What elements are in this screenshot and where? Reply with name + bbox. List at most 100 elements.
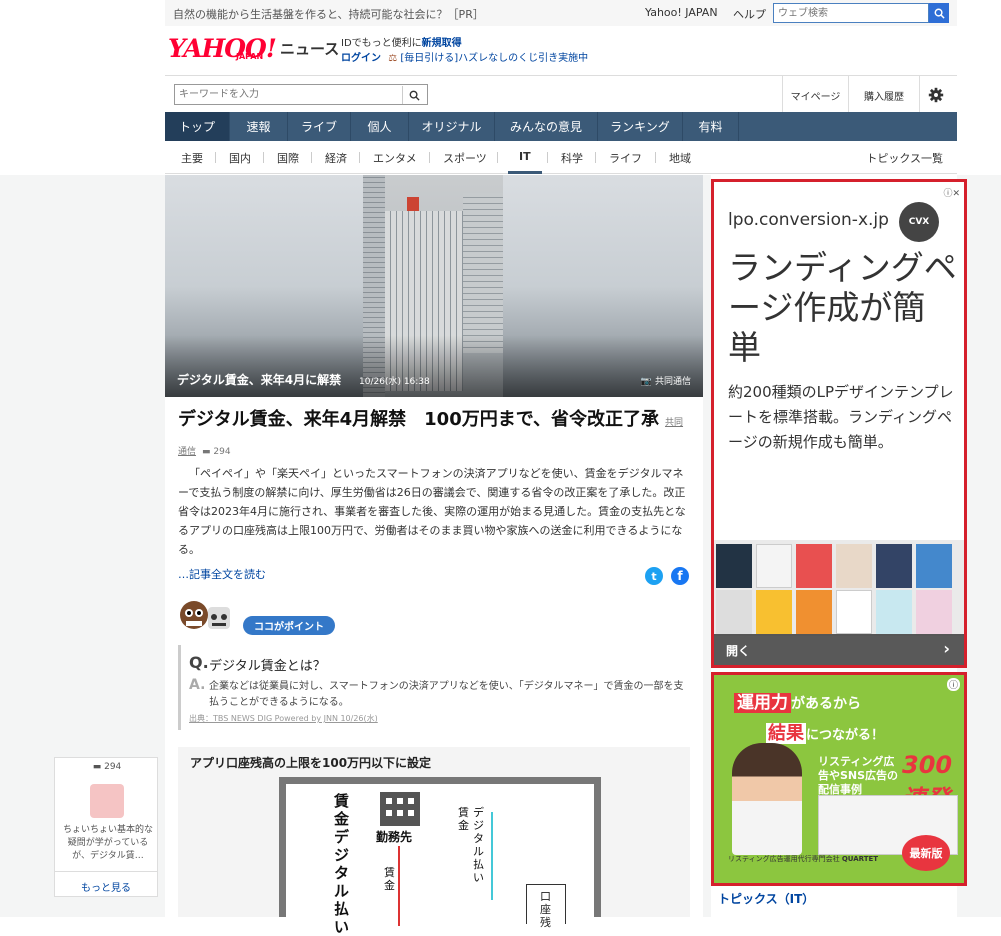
ad-line-1: 運用力 があるから <box>734 688 861 713</box>
chevron-right-icon[interactable]: › <box>943 639 950 658</box>
purchase-history-link[interactable]: 購入履歴 <box>848 76 920 113</box>
nav-live[interactable]: ライブ <box>288 112 351 141</box>
ad-description: 約200種類のLPデザインテンプレートを標準搭載。ランディングページの新規作成も… <box>728 383 954 451</box>
news-label: ニュース <box>280 40 340 58</box>
nav-paid[interactable]: 有料 <box>683 112 739 141</box>
read-full-article-link[interactable]: …記事全文を読む <box>178 566 266 582</box>
pr-bar: 自然の機能から生活基盤を作ると、持続可能な社会に？［PR］ Yahoo! JAP… <box>165 0 957 26</box>
qa-source-link[interactable]: 出典：TBS NEWS DIG Powered by JNN 10/26(水) <box>189 713 378 724</box>
ad-company: リスティング広告運用代行専門会社 QUARTET <box>728 855 879 863</box>
comment-icon: ▬ <box>92 762 102 772</box>
keyword-search-input[interactable] <box>174 84 428 105</box>
figure-employer-label: 勤務先 <box>376 830 413 844</box>
divider <box>215 152 216 163</box>
id-promo: IDでもっと便利に新規取得 <box>341 34 462 49</box>
ad-template-thumbnails <box>714 540 964 636</box>
lottery-link[interactable]: [毎日引ける]ハズレなしのくじ引き実施中 <box>400 53 588 64</box>
search-icon <box>409 90 420 101</box>
search-icon <box>934 8 945 19</box>
column-gutter <box>703 175 711 917</box>
ad-info-icon[interactable]: ⓘ✕ <box>943 186 960 199</box>
nav-breaking[interactable]: 速報 <box>230 112 288 141</box>
more-comments-link[interactable]: もっと見る <box>55 871 157 897</box>
question-text: デジタル賃金とは？ <box>209 659 326 674</box>
hero-time: 10/26(水) 16:38 <box>359 377 430 387</box>
ad-headline: ランディングページ作成が簡単 <box>728 248 957 367</box>
question-label: Q. <box>189 653 209 672</box>
nav-individual[interactable]: 個人 <box>351 112 409 141</box>
qa-box: Q. デジタル賃金とは？ A. 企業などは従業員に対し、スマートフォンの決済アプ… <box>178 645 690 730</box>
login-link[interactable]: ログイン <box>341 53 381 64</box>
mypage-link[interactable]: マイページ <box>782 76 848 113</box>
web-search-button[interactable] <box>929 3 949 23</box>
ad-logo: CVX <box>899 202 939 242</box>
comment-widget-count: ▬ 294 <box>92 762 122 772</box>
wage-line <box>398 846 400 926</box>
topics-list-link[interactable]: トピックス一覧 <box>866 150 943 166</box>
main-nav: トップ 速報 ライブ 個人 オリジナル みんなの意見 ランキング 有料 <box>165 112 957 141</box>
ad-info-icon[interactable]: ⓘ <box>946 678 960 691</box>
ad-line-2: 結果 につながる！ <box>766 723 885 744</box>
avatar <box>90 784 124 818</box>
divider <box>359 152 360 163</box>
divider <box>655 152 656 163</box>
subnav-sports[interactable]: スポーツ <box>443 150 487 166</box>
subnav-main[interactable]: 主要 <box>181 150 203 166</box>
figure-digital-pay-label-1: 賃金 <box>458 806 469 832</box>
nav-ranking[interactable]: ランキング <box>598 112 683 141</box>
gear-icon[interactable] <box>927 86 945 104</box>
subnav-it[interactable]: IT <box>519 150 531 163</box>
yahoo-japan-link[interactable]: Yahoo! JAPAN <box>645 6 718 19</box>
facebook-share-icon[interactable]: f <box>671 567 689 585</box>
keyword-search-button[interactable] <box>402 86 426 104</box>
subnav-entertainment[interactable]: エンタメ <box>373 150 417 166</box>
main-content: デジタル賃金、来年4月に解禁 10/26(水) 16:38 📷 共同通信 デジタ… <box>165 175 703 936</box>
comment-preview[interactable]: ちょいちょい基本的な疑問が学がっているが、デジタル賃… <box>61 824 155 863</box>
subnav-economy[interactable]: 経済 <box>325 150 347 166</box>
nav-original[interactable]: オリジナル <box>409 112 495 141</box>
divider <box>429 152 430 163</box>
id-text: IDでもっと便利に <box>341 38 422 49</box>
help-link[interactable]: ヘルプ <box>733 6 766 22</box>
twitter-share-icon[interactable]: t <box>645 567 663 585</box>
subnav-region[interactable]: 地域 <box>669 150 691 166</box>
answer-label: A. <box>189 677 206 693</box>
ad-banner-quartet[interactable]: ⓘ 運用力 があるから 結果 につながる！ リスティング広告やSNS広告の配信事例 … <box>711 672 967 886</box>
hero-caption: デジタル賃金、来年4月に解禁 <box>177 373 342 387</box>
hero-credit: 📷 共同通信 <box>640 377 691 387</box>
comment-count[interactable]: ▬ 294 <box>202 447 231 457</box>
ad-new-badge: 最新版 <box>902 835 950 871</box>
subnav-life[interactable]: ライフ <box>609 150 642 166</box>
figure-digital-pay-label-2: デジタル払い <box>473 806 484 884</box>
active-tab-indicator <box>508 171 542 174</box>
divider <box>547 152 548 163</box>
ad-domain: lpo.conversion-x.jp <box>728 210 889 230</box>
figure-image[interactable]: 賃金デジタル払い 勤務先 賃金 賃金 デジタル払い 口座残 <box>279 777 601 936</box>
building-right <box>463 193 503 353</box>
mascot-icon <box>180 601 230 629</box>
hero-image[interactable]: デジタル賃金、来年4月に解禁 10/26(水) 16:38 📷 共同通信 <box>165 175 703 397</box>
digital-pay-line <box>491 812 493 900</box>
nav-top[interactable]: トップ <box>165 112 230 141</box>
figure-account-label: 口座残 <box>540 890 551 929</box>
gavel-icon: ⚖ <box>388 53 398 64</box>
pr-link[interactable]: 自然の機能から生活基盤を作ると、持続可能な社会に？［PR］ <box>173 6 484 22</box>
figure-box: アプリ口座残高の上限を100万円以下に設定 賃金デジタル払い 勤務先 賃金 賃金… <box>178 747 690 936</box>
web-search-input[interactable] <box>773 3 929 23</box>
divider <box>311 152 312 163</box>
article-body: 「ペイペイ」や「楽天ペイ」といったスマートフォンの決済アプリなどを使い、賃金をデ… <box>178 467 686 556</box>
yahoo-news-logo[interactable]: YAHOO! JAPAN <box>168 34 278 64</box>
ad-person-image <box>732 743 802 855</box>
subnav-domestic[interactable]: 国内 <box>229 150 251 166</box>
subnav-science[interactable]: 科学 <box>561 150 583 166</box>
topics-it-heading[interactable]: トピックス（IT） <box>718 890 814 907</box>
answer-text: 企業などは従業員に対し、スマートフォンの決済アプリなどを使い、「デジタルマネー」… <box>209 681 684 708</box>
ad-banner-lpo[interactable]: ⓘ✕ lpo.conversion-x.jp CVX ランディングページ作成が簡… <box>711 179 967 668</box>
ad-open-button[interactable]: 開く <box>726 642 750 659</box>
figure-vertical-title: 賃金デジタル払い <box>334 792 350 936</box>
login-line: ログイン ⚖ [毎日引ける]ハズレなしのくじ引き実施中 <box>341 49 588 64</box>
nav-opinion[interactable]: みんなの意見 <box>495 112 598 141</box>
article-title: デジタル賃金、来年4月解禁 100万円まで、省令改正了承 共同通信 ▬ 294 <box>178 407 688 465</box>
subnav-international[interactable]: 国際 <box>277 150 299 166</box>
register-link[interactable]: 新規取得 <box>422 38 462 49</box>
